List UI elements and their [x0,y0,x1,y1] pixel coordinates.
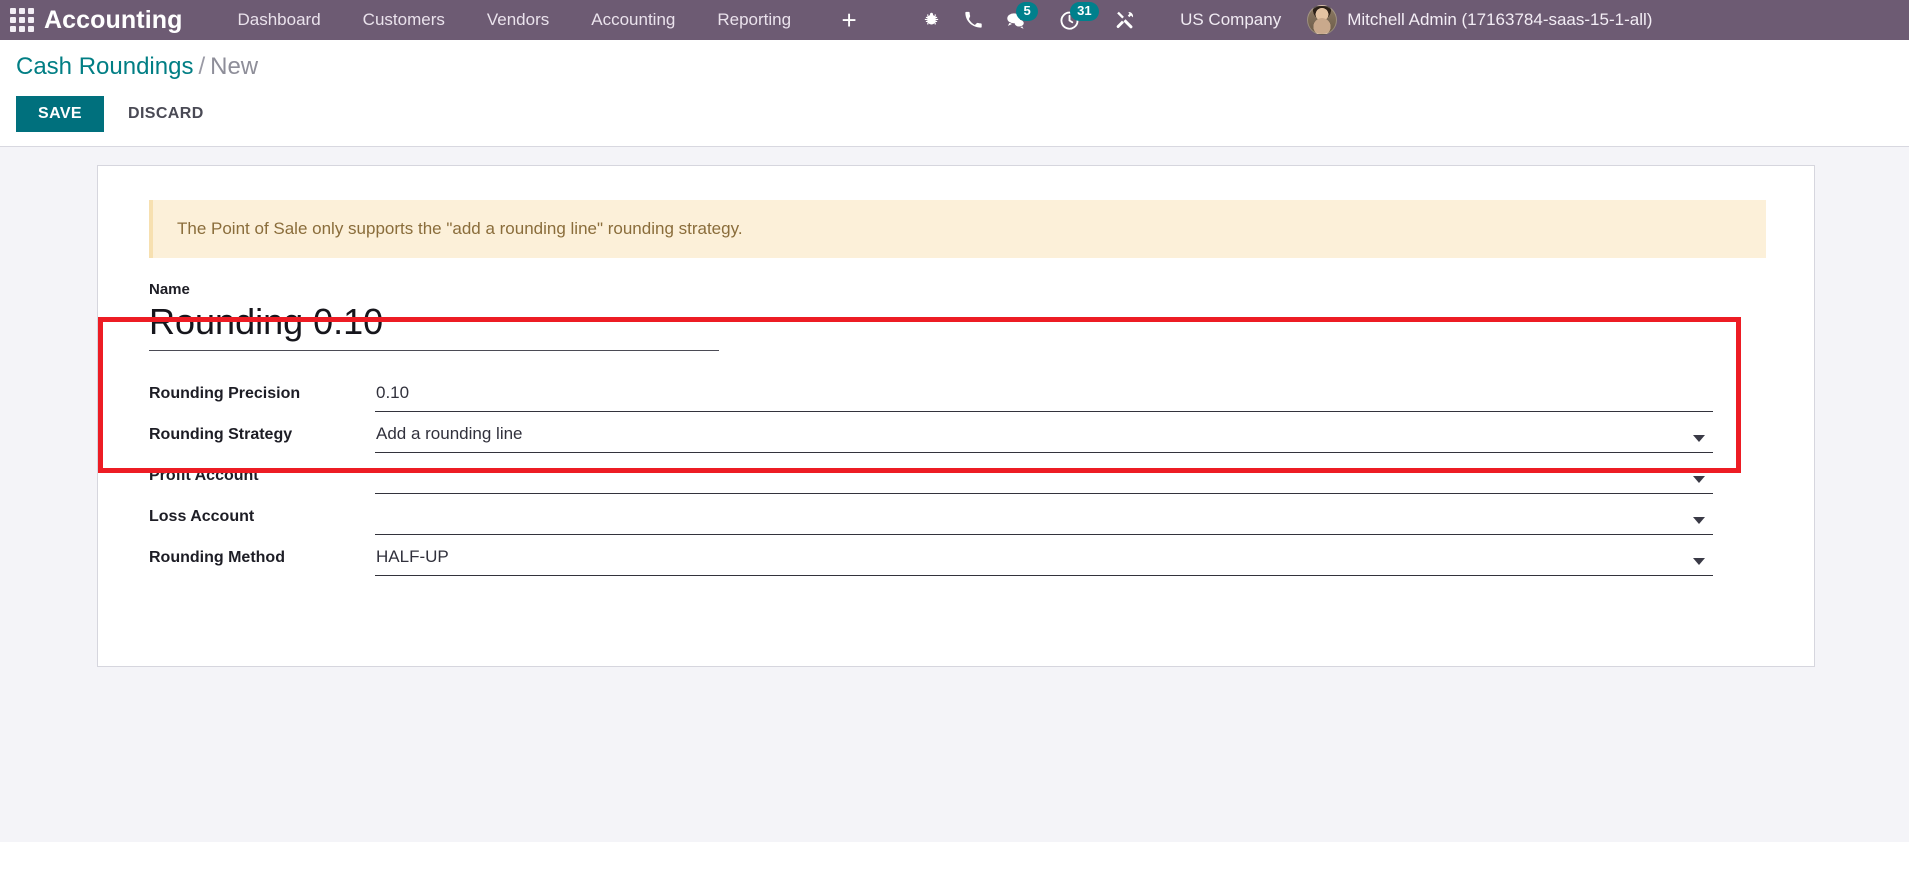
loss-account-control [375,505,1713,535]
user-avatar [1307,5,1338,35]
breadcrumb-separator: / [198,53,206,80]
field-row-loss-account: Loss Account [149,494,1814,535]
control-panel: Cash Roundings / New SAVE DISCARD [0,40,1909,147]
messages-icon[interactable]: 5 [994,0,1039,40]
rounding-strategy-label: Rounding Strategy [149,426,293,443]
rounding-precision-label: Rounding Precision [149,385,301,402]
name-field-group: Name [149,281,1814,351]
loss-account-select[interactable] [375,505,1713,535]
activities-badge-count: 31 [1070,2,1099,21]
user-name-label: Mitchell Admin (17163784-saas-15-1-all) [1347,10,1653,29]
rounding-method-select[interactable] [375,546,1713,576]
messages-badge-count: 5 [1016,2,1039,21]
rounding-precision-input[interactable] [375,382,1713,412]
pos-rounding-warning-alert: The Point of Sale only supports the "add… [149,200,1766,258]
form-fields-container: Name Rounding Precision Rounding Strateg… [98,258,1814,576]
apps-grid-icon[interactable] [0,0,44,40]
content-area: The Point of Sale only supports the "add… [0,147,1909,842]
field-row-rounding-strategy: Rounding Strategy [149,412,1814,453]
bug-icon[interactable] [910,0,952,40]
top-navbar: Accounting Dashboard Customers Vendors A… [0,0,1909,40]
field-row-rounding-method: Rounding Method [149,535,1814,576]
rounding-precision-control [375,382,1713,412]
name-field-label: Name [149,281,190,298]
rounding-strategy-control [375,423,1713,453]
profit-account-label: Profit Account [149,467,259,484]
app-brand-title: Accounting [44,5,183,34]
nav-item-accounting[interactable]: Accounting [570,0,696,40]
plus-glyph: + [841,5,857,35]
loss-account-label: Loss Account [149,508,255,525]
rounding-method-label: Rounding Method [149,549,285,566]
breadcrumb: Cash Roundings / New [16,52,1909,82]
rounding-strategy-select[interactable] [375,423,1713,453]
activities-clock-icon[interactable]: 31 [1048,0,1099,40]
breadcrumb-root-link[interactable]: Cash Roundings [16,53,193,80]
form-action-buttons: SAVE DISCARD [16,96,1909,132]
breadcrumb-current: New [210,53,259,80]
discard-button[interactable]: DISCARD [108,96,224,132]
profit-account-control [375,464,1713,494]
nav-item-reporting[interactable]: Reporting [696,0,812,40]
field-row-rounding-precision: Rounding Precision [149,371,1814,412]
nav-item-customers[interactable]: Customers [342,0,466,40]
profit-account-select[interactable] [375,464,1713,494]
tools-icon[interactable] [1104,0,1146,40]
plus-icon[interactable]: + [828,0,870,40]
save-button[interactable]: SAVE [16,96,104,132]
company-selector[interactable]: US Company [1160,10,1301,30]
field-row-profit-account: Profit Account [149,453,1814,494]
name-input[interactable] [149,300,719,351]
nav-item-dashboard[interactable]: Dashboard [217,0,342,40]
rounding-method-control [375,546,1713,576]
form-card: The Point of Sale only supports the "add… [97,165,1815,667]
nav-item-vendors[interactable]: Vendors [466,0,570,40]
user-menu[interactable]: Mitchell Admin (17163784-saas-15-1-all) [1301,5,1666,35]
phone-icon[interactable] [952,0,994,40]
